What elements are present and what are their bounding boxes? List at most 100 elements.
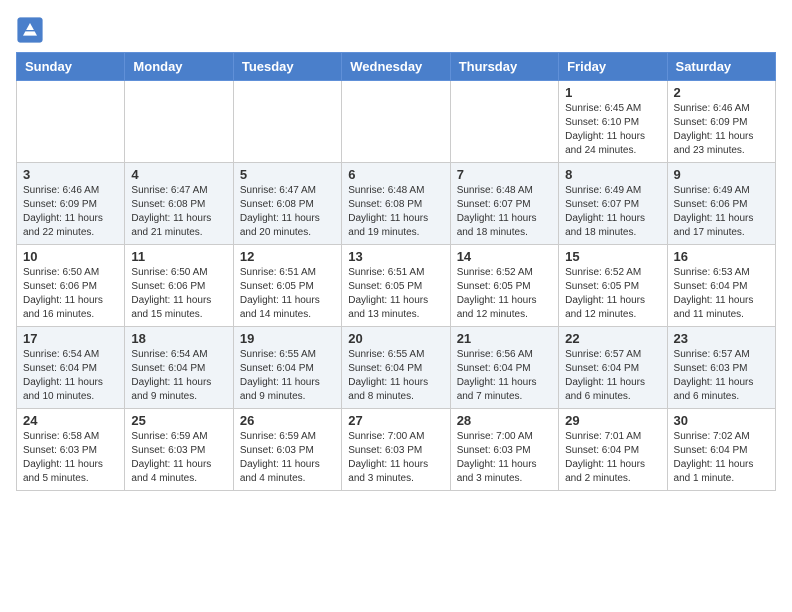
day-number: 18: [131, 331, 226, 346]
day-info: Sunrise: 6:51 AMSunset: 6:05 PMDaylight:…: [348, 266, 443, 322]
day-number: 11: [131, 249, 226, 264]
weekday-header-monday: Monday: [125, 53, 233, 81]
calendar-week-1: 1 Sunrise: 6:45 AMSunset: 6:10 PMDaylight…: [17, 81, 776, 163]
day-number: 13: [348, 249, 443, 264]
day-number: 21: [457, 331, 552, 346]
weekday-header-friday: Friday: [559, 53, 667, 81]
day-number: 1: [565, 85, 660, 100]
calendar-cell: 7 Sunrise: 6:48 AMSunset: 6:07 PMDaylight…: [450, 163, 558, 245]
day-info: Sunrise: 7:02 AMSunset: 6:04 PMDaylight:…: [674, 430, 769, 486]
calendar-cell: 4 Sunrise: 6:47 AMSunset: 6:08 PMDaylight…: [125, 163, 233, 245]
day-number: 7: [457, 167, 552, 182]
day-info: Sunrise: 6:54 AMSunset: 6:04 PMDaylight:…: [23, 348, 118, 404]
day-info: Sunrise: 6:46 AMSunset: 6:09 PMDaylight:…: [674, 102, 769, 158]
day-number: 28: [457, 413, 552, 428]
weekday-header-wednesday: Wednesday: [342, 53, 450, 81]
day-info: Sunrise: 6:59 AMSunset: 6:03 PMDaylight:…: [240, 430, 335, 486]
day-number: 17: [23, 331, 118, 346]
calendar-cell: 19 Sunrise: 6:55 AMSunset: 6:04 PMDayligh…: [233, 327, 341, 409]
calendar-cell: 10 Sunrise: 6:50 AMSunset: 6:06 PMDayligh…: [17, 245, 125, 327]
day-info: Sunrise: 7:00 AMSunset: 6:03 PMDaylight:…: [348, 430, 443, 486]
day-info: Sunrise: 6:53 AMSunset: 6:04 PMDaylight:…: [674, 266, 769, 322]
day-info: Sunrise: 6:55 AMSunset: 6:04 PMDaylight:…: [240, 348, 335, 404]
day-info: Sunrise: 6:55 AMSunset: 6:04 PMDaylight:…: [348, 348, 443, 404]
day-info: Sunrise: 6:45 AMSunset: 6:10 PMDaylight:…: [565, 102, 660, 158]
calendar-cell: 11 Sunrise: 6:50 AMSunset: 6:06 PMDayligh…: [125, 245, 233, 327]
day-info: Sunrise: 7:01 AMSunset: 6:04 PMDaylight:…: [565, 430, 660, 486]
day-info: Sunrise: 6:52 AMSunset: 6:05 PMDaylight:…: [457, 266, 552, 322]
calendar-cell: 16 Sunrise: 6:53 AMSunset: 6:04 PMDayligh…: [667, 245, 775, 327]
day-number: 9: [674, 167, 769, 182]
day-number: 4: [131, 167, 226, 182]
day-info: Sunrise: 6:59 AMSunset: 6:03 PMDaylight:…: [131, 430, 226, 486]
calendar-cell: 17 Sunrise: 6:54 AMSunset: 6:04 PMDayligh…: [17, 327, 125, 409]
page-header: [16, 16, 776, 44]
weekday-header-tuesday: Tuesday: [233, 53, 341, 81]
calendar-cell: 27 Sunrise: 7:00 AMSunset: 6:03 PMDayligh…: [342, 409, 450, 491]
weekday-header-saturday: Saturday: [667, 53, 775, 81]
day-number: 12: [240, 249, 335, 264]
calendar-cell: [450, 81, 558, 163]
day-number: 27: [348, 413, 443, 428]
day-info: Sunrise: 6:50 AMSunset: 6:06 PMDaylight:…: [23, 266, 118, 322]
day-number: 25: [131, 413, 226, 428]
day-info: Sunrise: 6:50 AMSunset: 6:06 PMDaylight:…: [131, 266, 226, 322]
calendar-cell: 24Sunrise: 6:58 AMSunset: 6:03 PMDayligh…: [17, 409, 125, 491]
calendar-cell: 26 Sunrise: 6:59 AMSunset: 6:03 PMDayligh…: [233, 409, 341, 491]
logo: [16, 16, 48, 44]
day-number: 16: [674, 249, 769, 264]
day-number: 30: [674, 413, 769, 428]
day-info: Sunrise: 6:48 AMSunset: 6:08 PMDaylight:…: [348, 184, 443, 240]
calendar-cell: 14 Sunrise: 6:52 AMSunset: 6:05 PMDayligh…: [450, 245, 558, 327]
day-info: Sunrise: 6:49 AMSunset: 6:07 PMDaylight:…: [565, 184, 660, 240]
day-number: 2: [674, 85, 769, 100]
weekday-header-row: SundayMondayTuesdayWednesdayThursdayFrid…: [17, 53, 776, 81]
day-info: Sunrise: 6:48 AMSunset: 6:07 PMDaylight:…: [457, 184, 552, 240]
calendar-week-4: 17 Sunrise: 6:54 AMSunset: 6:04 PMDayligh…: [17, 327, 776, 409]
day-info: Sunrise: 6:51 AMSunset: 6:05 PMDaylight:…: [240, 266, 335, 322]
calendar-cell: 12 Sunrise: 6:51 AMSunset: 6:05 PMDayligh…: [233, 245, 341, 327]
logo-icon: [16, 16, 44, 44]
calendar-cell: 15 Sunrise: 6:52 AMSunset: 6:05 PMDayligh…: [559, 245, 667, 327]
calendar-cell: 22 Sunrise: 6:57 AMSunset: 6:04 PMDayligh…: [559, 327, 667, 409]
day-info: Sunrise: 6:52 AMSunset: 6:05 PMDaylight:…: [565, 266, 660, 322]
calendar-cell: 23Sunrise: 6:57 AMSunset: 6:03 PMDayligh…: [667, 327, 775, 409]
day-number: 20: [348, 331, 443, 346]
calendar-week-2: 3 Sunrise: 6:46 AMSunset: 6:09 PMDaylight…: [17, 163, 776, 245]
calendar-cell: 8Sunrise: 6:49 AMSunset: 6:07 PMDaylight…: [559, 163, 667, 245]
day-info: Sunrise: 7:00 AMSunset: 6:03 PMDaylight:…: [457, 430, 552, 486]
calendar-cell: 13 Sunrise: 6:51 AMSunset: 6:05 PMDayligh…: [342, 245, 450, 327]
day-info: Sunrise: 6:57 AMSunset: 6:04 PMDaylight:…: [565, 348, 660, 404]
day-number: 29: [565, 413, 660, 428]
day-number: 19: [240, 331, 335, 346]
calendar-cell: 6 Sunrise: 6:48 AMSunset: 6:08 PMDaylight…: [342, 163, 450, 245]
day-number: 3: [23, 167, 118, 182]
calendar-table: SundayMondayTuesdayWednesdayThursdayFrid…: [16, 52, 776, 491]
calendar-cell: 9Sunrise: 6:49 AMSunset: 6:06 PMDaylight…: [667, 163, 775, 245]
day-number: 6: [348, 167, 443, 182]
calendar-cell: [17, 81, 125, 163]
calendar-cell: 3 Sunrise: 6:46 AMSunset: 6:09 PMDaylight…: [17, 163, 125, 245]
day-number: 15: [565, 249, 660, 264]
calendar-cell: 18 Sunrise: 6:54 AMSunset: 6:04 PMDayligh…: [125, 327, 233, 409]
calendar-cell: 5 Sunrise: 6:47 AMSunset: 6:08 PMDaylight…: [233, 163, 341, 245]
calendar-cell: 21 Sunrise: 6:56 AMSunset: 6:04 PMDayligh…: [450, 327, 558, 409]
calendar-cell: 25 Sunrise: 6:59 AMSunset: 6:03 PMDayligh…: [125, 409, 233, 491]
day-info: Sunrise: 6:58 AMSunset: 6:03 PMDaylight:…: [23, 430, 118, 486]
calendar-cell: 1 Sunrise: 6:45 AMSunset: 6:10 PMDaylight…: [559, 81, 667, 163]
day-number: 5: [240, 167, 335, 182]
day-info: Sunrise: 6:57 AMSunset: 6:03 PMDaylight:…: [674, 348, 769, 404]
day-number: 10: [23, 249, 118, 264]
day-info: Sunrise: 6:56 AMSunset: 6:04 PMDaylight:…: [457, 348, 552, 404]
calendar-cell: 20 Sunrise: 6:55 AMSunset: 6:04 PMDayligh…: [342, 327, 450, 409]
calendar-cell: [342, 81, 450, 163]
day-info: Sunrise: 6:46 AMSunset: 6:09 PMDaylight:…: [23, 184, 118, 240]
day-number: 22: [565, 331, 660, 346]
day-info: Sunrise: 6:47 AMSunset: 6:08 PMDaylight:…: [240, 184, 335, 240]
calendar-cell: [233, 81, 341, 163]
day-info: Sunrise: 6:54 AMSunset: 6:04 PMDaylight:…: [131, 348, 226, 404]
day-number: 26: [240, 413, 335, 428]
calendar-cell: 2 Sunrise: 6:46 AMSunset: 6:09 PMDaylight…: [667, 81, 775, 163]
day-info: Sunrise: 6:47 AMSunset: 6:08 PMDaylight:…: [131, 184, 226, 240]
day-number: 14: [457, 249, 552, 264]
